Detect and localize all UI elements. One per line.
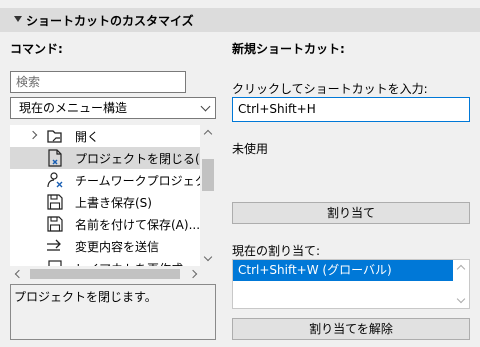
scroll-down-icon[interactable]: [456, 294, 466, 304]
tree-item-save-as[interactable]: 名前を付けて保存(A)...: [10, 213, 200, 235]
tree-item-close-project[interactable]: プロジェクトを閉じる(C): [10, 147, 213, 169]
scroll-up-icon[interactable]: [203, 129, 213, 139]
send-arrow-icon: [47, 239, 61, 251]
search-input[interactable]: 検索: [10, 71, 186, 93]
assign-button[interactable]: 割り当て: [232, 202, 470, 224]
scroll-right-icon[interactable]: [188, 269, 198, 279]
section-title: ショートカットのカスタマイズ: [26, 14, 194, 28]
tree-item-label: チームワークプロジェクトから退: [75, 174, 216, 188]
tree-item-label: プロジェクトを閉じる(C): [75, 152, 213, 166]
chevron-down-icon[interactable]: [200, 101, 211, 112]
teamwork-leave-icon: [47, 172, 63, 188]
unassign-button[interactable]: 割り当てを解除: [232, 318, 470, 340]
click-to-enter-label: クリックしてショートカットを入力:: [232, 82, 428, 96]
save-as-icon: [47, 216, 63, 232]
close-document-icon: [48, 149, 62, 167]
scroll-down-icon[interactable]: [203, 252, 213, 262]
commands-label: コマンド:: [10, 42, 63, 56]
tree-item-label: 上書き保存(S): [75, 196, 152, 210]
scroll-left-icon[interactable]: [14, 269, 24, 279]
scrollbar-thumb[interactable]: [30, 269, 180, 279]
scrollbar-thumb[interactable]: [202, 159, 214, 191]
chevron-right-icon[interactable]: [28, 130, 38, 140]
new-shortcut-label: 新規ショートカット:: [232, 42, 345, 56]
menu-structure-select-value: 現在のメニュー構造: [19, 101, 128, 115]
tree-item-label: 変更内容を送信: [75, 240, 160, 254]
current-assignments-list[interactable]: Ctrl+Shift+W (グローバル): [232, 259, 470, 309]
tree-item-save[interactable]: 上書き保存(S): [10, 191, 200, 213]
shortcut-status: 未使用: [232, 142, 269, 156]
open-folder-icon: [47, 130, 62, 143]
command-tree-list[interactable]: 開く プロジェクトを閉じる(C) チームワークプロジェクトから退 上書き保存(S…: [10, 125, 216, 282]
save-icon: [47, 194, 63, 210]
tree-item-leave-teamwork[interactable]: チームワークプロジェクトから退: [10, 169, 216, 191]
tree-item-open[interactable]: 開く: [10, 125, 200, 147]
assignment-item[interactable]: Ctrl+Shift+W (グローバル): [233, 260, 453, 281]
collapse-triangle-icon[interactable]: [14, 16, 22, 22]
tree-item-label: 名前を付けて保存(A)...: [75, 218, 201, 232]
assignments-scrollbar[interactable]: [453, 260, 469, 308]
tree-item-label: 開く: [75, 130, 100, 144]
tree-vertical-scrollbar[interactable]: [200, 125, 216, 266]
shortcut-input[interactable]: Ctrl+Shift+H: [232, 97, 470, 122]
scroll-up-icon[interactable]: [456, 264, 466, 274]
tree-horizontal-scrollbar[interactable]: [10, 266, 216, 282]
current-assignment-label: 現在の割り当て:: [232, 244, 321, 258]
menu-structure-select[interactable]: 現在のメニュー構造: [10, 97, 216, 119]
command-description: プロジェクトを閉じます。: [10, 284, 216, 340]
section-header[interactable]: ショートカットのカスタマイズ: [0, 8, 480, 32]
tree-item-send-changes[interactable]: 変更内容を送信: [10, 235, 200, 257]
